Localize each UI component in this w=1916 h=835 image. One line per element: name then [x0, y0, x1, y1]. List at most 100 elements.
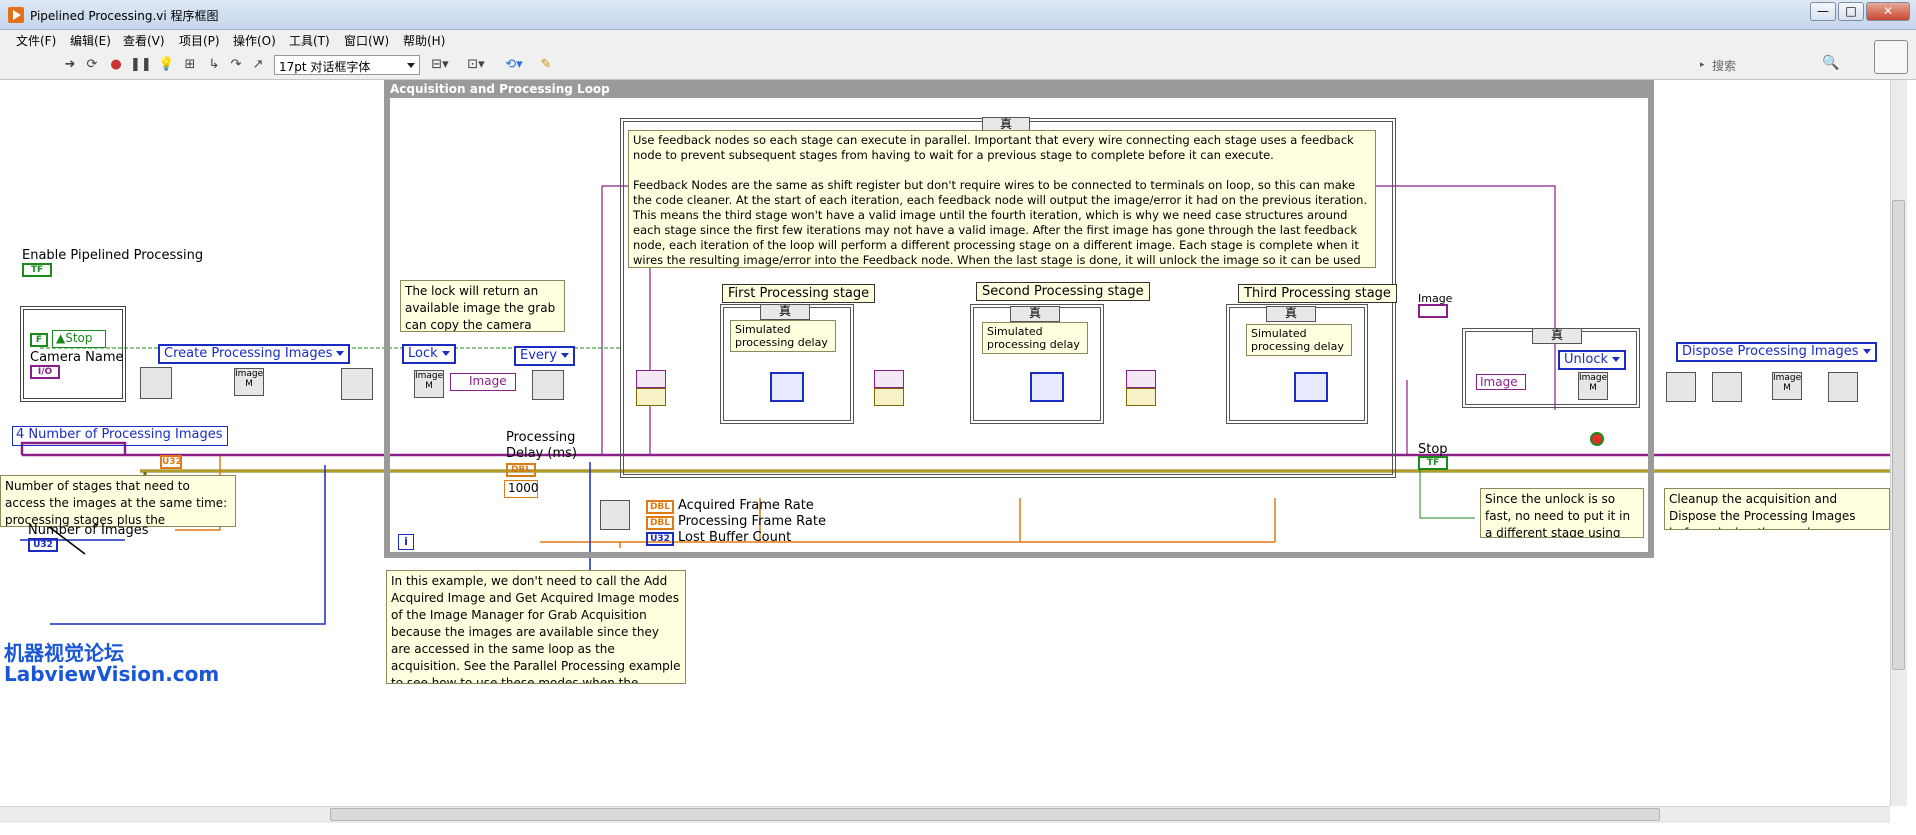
delay-terminal[interactable]: DBL: [506, 463, 536, 477]
stage-3-delay-note: Simulated processing delay: [1246, 324, 1352, 356]
configure-grab-icon[interactable]: [341, 368, 373, 400]
feedback-node-error[interactable]: [874, 388, 904, 406]
step-into-icon[interactable]: ↳: [206, 57, 222, 73]
loop-title: Acquisition and Processing Loop: [390, 82, 610, 96]
delay-constant[interactable]: 1000: [504, 480, 539, 498]
stop-button-control[interactable]: ▲Stop: [52, 330, 106, 348]
feedback-node-error[interactable]: [636, 388, 666, 406]
menu-window[interactable]: 窗口(W): [344, 32, 389, 49]
image-indicator[interactable]: Image: [450, 373, 516, 391]
labview-vi-icon: [8, 7, 24, 23]
window-title: Pipelined Processing.vi 程序框图: [30, 9, 219, 23]
cleanup-diagram-icon[interactable]: ✎: [538, 57, 554, 73]
image-constant[interactable]: [1418, 304, 1448, 318]
camera-name-label: Camera Name: [30, 350, 124, 365]
proc-rate-label: Processing Frame Rate: [678, 514, 826, 529]
acq-rate-terminal: DBL: [646, 500, 674, 514]
cleanup-note: Cleanup the acquisition and Dispose the …: [1664, 488, 1890, 530]
menu-view[interactable]: 查看(V): [123, 32, 165, 49]
menu-bar: [0, 30, 1916, 50]
unlock-selector-ring[interactable]: Unlock: [1558, 350, 1626, 370]
stage-2-label: Second Processing stage: [976, 282, 1150, 301]
open-camera-icon[interactable]: [140, 367, 172, 399]
wait-timer-icon[interactable]: [1294, 372, 1328, 402]
menu-edit[interactable]: 编辑(E): [70, 32, 111, 49]
run-continuously-icon[interactable]: ⟳: [84, 57, 100, 73]
every-selector[interactable]: Every: [514, 346, 575, 366]
loop-iteration-icon: i: [398, 534, 414, 550]
watermark-line2: LabviewVision.com: [4, 662, 220, 686]
close-button[interactable]: ✕: [1866, 2, 1910, 21]
title-bar: [0, 0, 1916, 30]
minimize-button[interactable]: —: [1810, 2, 1836, 21]
unlock-note: Since the unlock is so fast, no need to …: [1480, 488, 1644, 538]
pause-icon[interactable]: ❚❚: [130, 57, 152, 73]
context-help-icon[interactable]: [1874, 40, 1908, 74]
stage-1-selector[interactable]: 真: [760, 304, 810, 320]
enable-terminal[interactable]: TF: [22, 263, 52, 277]
close-session-icon[interactable]: [1828, 372, 1858, 402]
camera-name-terminal[interactable]: I/O: [30, 365, 60, 379]
stage-3-selector[interactable]: 真: [1266, 306, 1316, 322]
lock-selector[interactable]: Lock: [402, 344, 456, 364]
stage-2-selector[interactable]: 真: [1010, 306, 1060, 322]
lock-note: The lock will return an available image …: [400, 280, 565, 332]
num-processing-images-control[interactable]: 4 Number of Processing Images: [12, 426, 228, 446]
stop-bool-terminal[interactable]: F: [30, 333, 48, 347]
feedback-node-error[interactable]: [1126, 388, 1156, 406]
font-select[interactable]: 17pt 对话框字体: [274, 55, 420, 75]
menu-file[interactable]: 文件(F): [16, 32, 56, 49]
menu-project[interactable]: 项目(P): [179, 32, 220, 49]
maximize-button[interactable]: □: [1838, 2, 1864, 21]
lost-label: Lost Buffer Count: [678, 530, 792, 545]
wait-timer-icon[interactable]: [770, 372, 804, 402]
grab-icon[interactable]: [532, 370, 564, 400]
feedback-node-image[interactable]: [636, 370, 666, 388]
wait-timer-icon[interactable]: [1030, 372, 1064, 402]
stages-note: Number of stages that need to access the…: [0, 475, 236, 527]
dbl-constant: U32: [160, 455, 182, 469]
distribute-objects-icon[interactable]: ⊡▾: [464, 57, 488, 73]
retain-wire-values-icon[interactable]: ⊞: [182, 57, 198, 73]
search-arrow-icon: ▸: [1700, 60, 1705, 70]
menu-help[interactable]: 帮助(H): [403, 32, 445, 49]
highlight-execution-icon[interactable]: 💡: [158, 57, 174, 73]
unlock-selector[interactable]: 真: [1532, 328, 1582, 344]
run-arrow-icon[interactable]: ➜: [62, 57, 78, 73]
dispose-selector[interactable]: Dispose Processing Images: [1676, 342, 1877, 362]
step-out-icon[interactable]: ↗: [250, 57, 266, 73]
stop-icon: ▲: [56, 331, 66, 345]
reorder-icon[interactable]: ⟲▾: [502, 57, 526, 73]
loop-condition-icon[interactable]: [1590, 432, 1604, 446]
image-pill-unlock[interactable]: Image: [1476, 374, 1526, 390]
image-manager-lock-icon[interactable]: Image M: [414, 370, 444, 398]
stage-3-label: Third Processing stage: [1238, 284, 1397, 303]
enable-label: Enable Pipelined Processing: [22, 248, 204, 263]
abort-icon[interactable]: ●: [108, 57, 124, 73]
num-images-label: Number of Images: [28, 523, 149, 538]
feedback-note: Use feedback nodes so each stage can exe…: [628, 130, 1376, 268]
menu-operate[interactable]: 操作(O): [233, 32, 276, 49]
step-over-icon[interactable]: ↷: [228, 57, 244, 73]
search-icon[interactable]: 🔍: [1822, 55, 1839, 71]
lost-terminal: U32: [646, 532, 674, 546]
create-processing-images-selector[interactable]: Create Processing Images: [158, 344, 351, 364]
stage-2-delay-note: Simulated processing delay: [982, 322, 1088, 354]
block-diagram: Enable Pipelined Processing TF F ▲Stop C…: [0, 80, 1890, 806]
acq-rate-label: Acquired Frame Rate: [678, 498, 814, 513]
image-manager-icon[interactable]: Image M: [234, 368, 264, 396]
vertical-scroll-thumb[interactable]: [1892, 200, 1905, 670]
image-manager-dispose-icon[interactable]: Image M: [1772, 372, 1802, 400]
feedback-node-image[interactable]: [874, 370, 904, 388]
num-images-terminal[interactable]: U32: [28, 538, 58, 552]
stop-acquisition-icon[interactable]: [1666, 372, 1696, 402]
stop-terminal[interactable]: TF: [1418, 456, 1448, 470]
horizontal-scroll-thumb[interactable]: [330, 808, 1660, 821]
menu-tools[interactable]: 工具(T): [289, 32, 330, 49]
close-camera-icon[interactable]: [1712, 372, 1742, 402]
align-objects-icon[interactable]: ⊟▾: [428, 57, 452, 73]
image-manager-unlock-icon[interactable]: Image M: [1578, 372, 1608, 400]
grab-note: In this example, we don't need to call t…: [386, 570, 686, 684]
get-attribute-icon[interactable]: [600, 500, 630, 530]
feedback-node-image[interactable]: [1126, 370, 1156, 388]
